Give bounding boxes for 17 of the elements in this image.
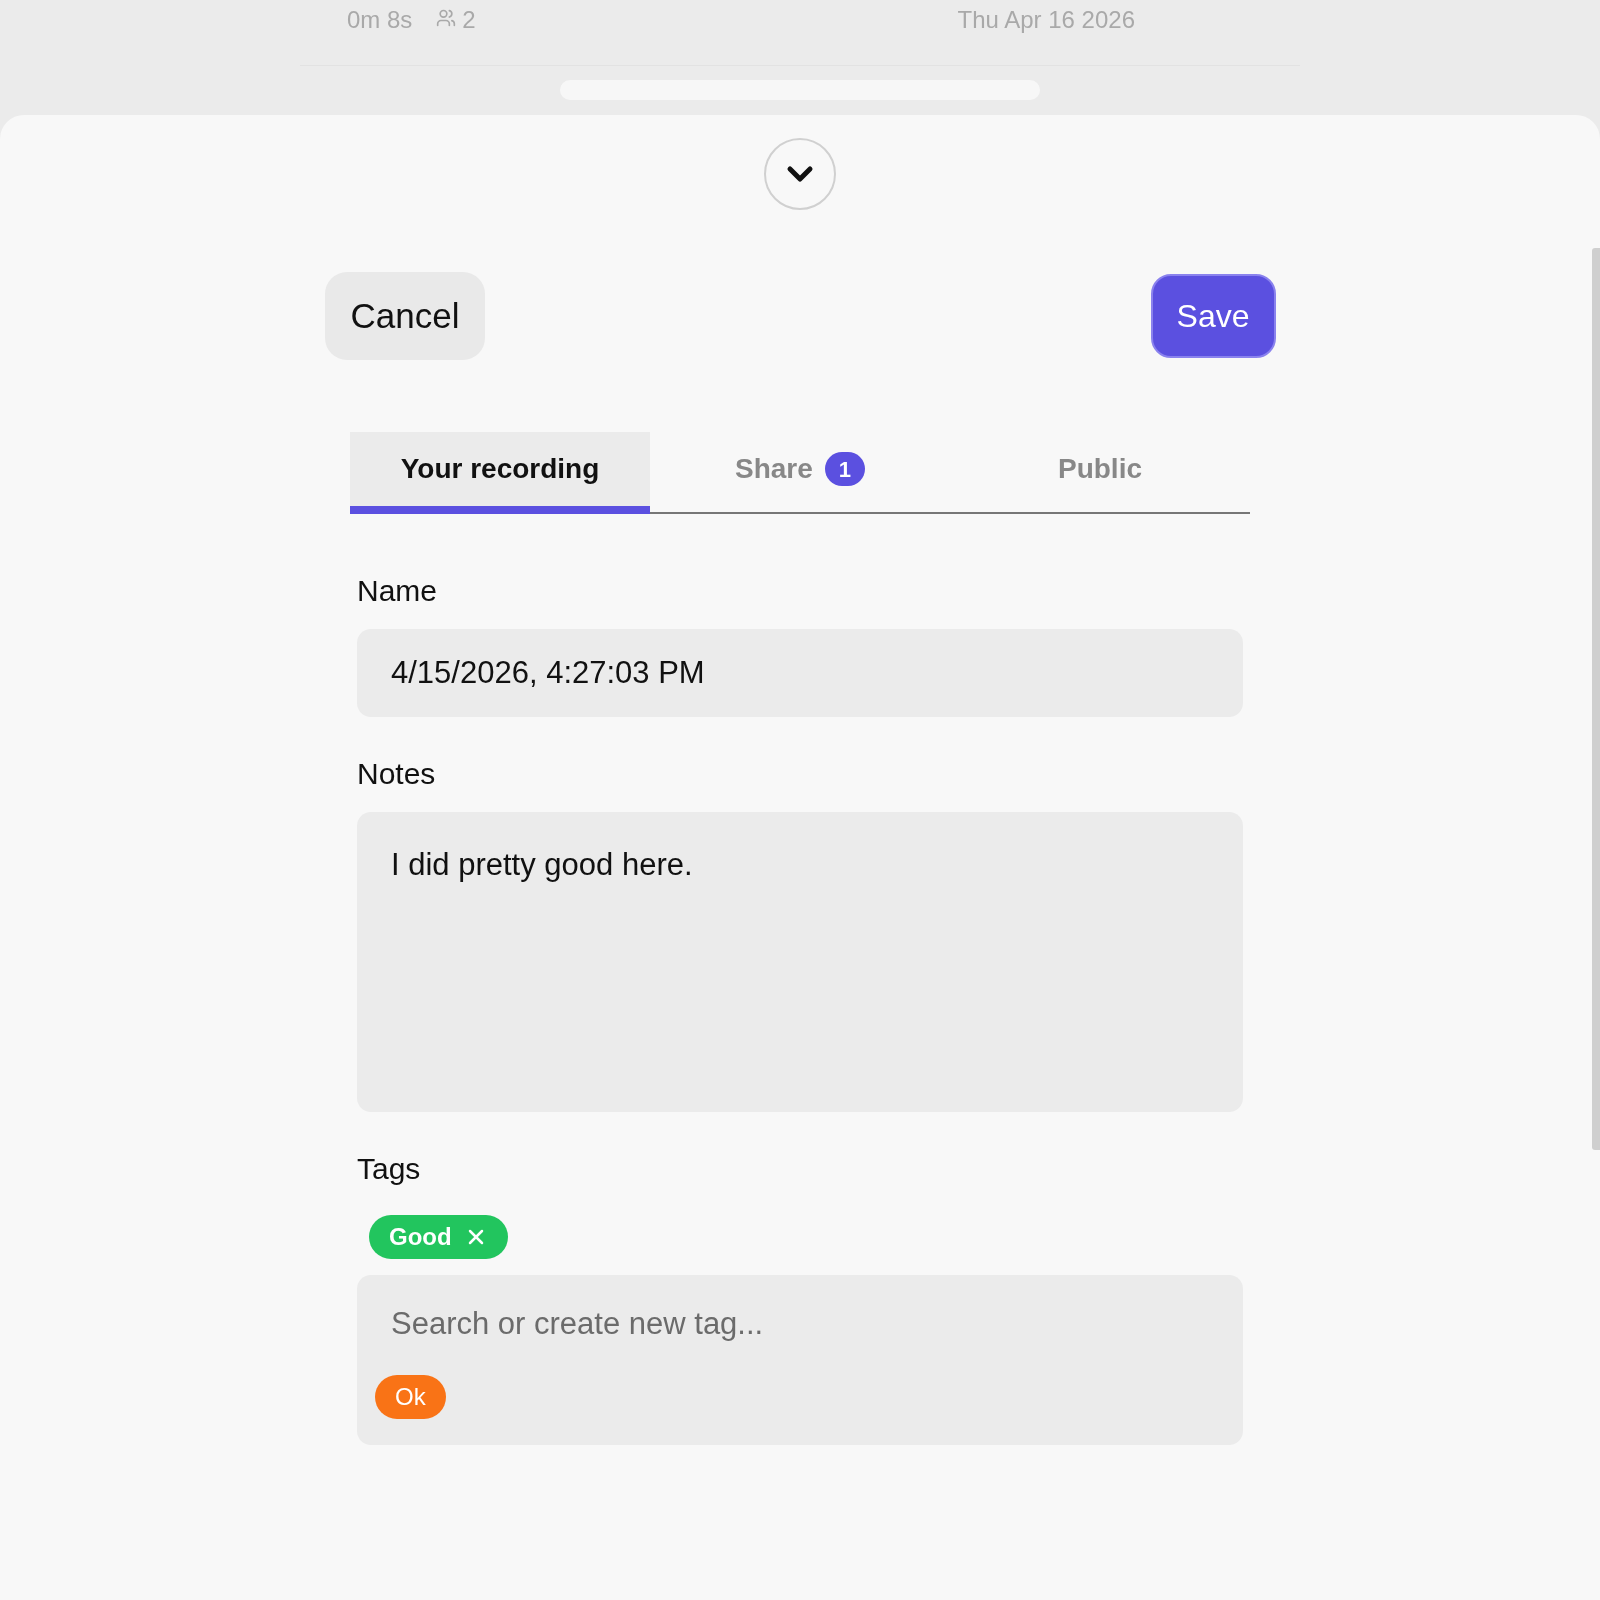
duration-text: 0m 8s (347, 5, 413, 35)
cancel-button[interactable]: Cancel (324, 272, 486, 360)
date-text: Thu Apr 16 2026 (957, 5, 1135, 35)
collapse-button[interactable] (764, 138, 836, 210)
tab[interactable]: Share 1 (650, 432, 950, 514)
participant-count: 2 (462, 5, 476, 35)
tab[interactable]: Your recording (350, 432, 650, 514)
notes-textarea[interactable]: I did pretty good here. (357, 812, 1243, 1112)
name-label: Name (357, 573, 439, 609)
count-badge: 1 (824, 452, 866, 486)
tag-label: Good (389, 1222, 452, 1252)
notes-label: Notes (357, 756, 437, 792)
name-input[interactable]: 4/15/2026, 4:27:03 PM (357, 629, 1243, 717)
people-icon (436, 8, 457, 28)
tags-label: Tags (357, 1151, 422, 1187)
tag-search-field[interactable]: Search or create new tag... (357, 1275, 1243, 1369)
save-button[interactable]: Save (1150, 274, 1276, 358)
